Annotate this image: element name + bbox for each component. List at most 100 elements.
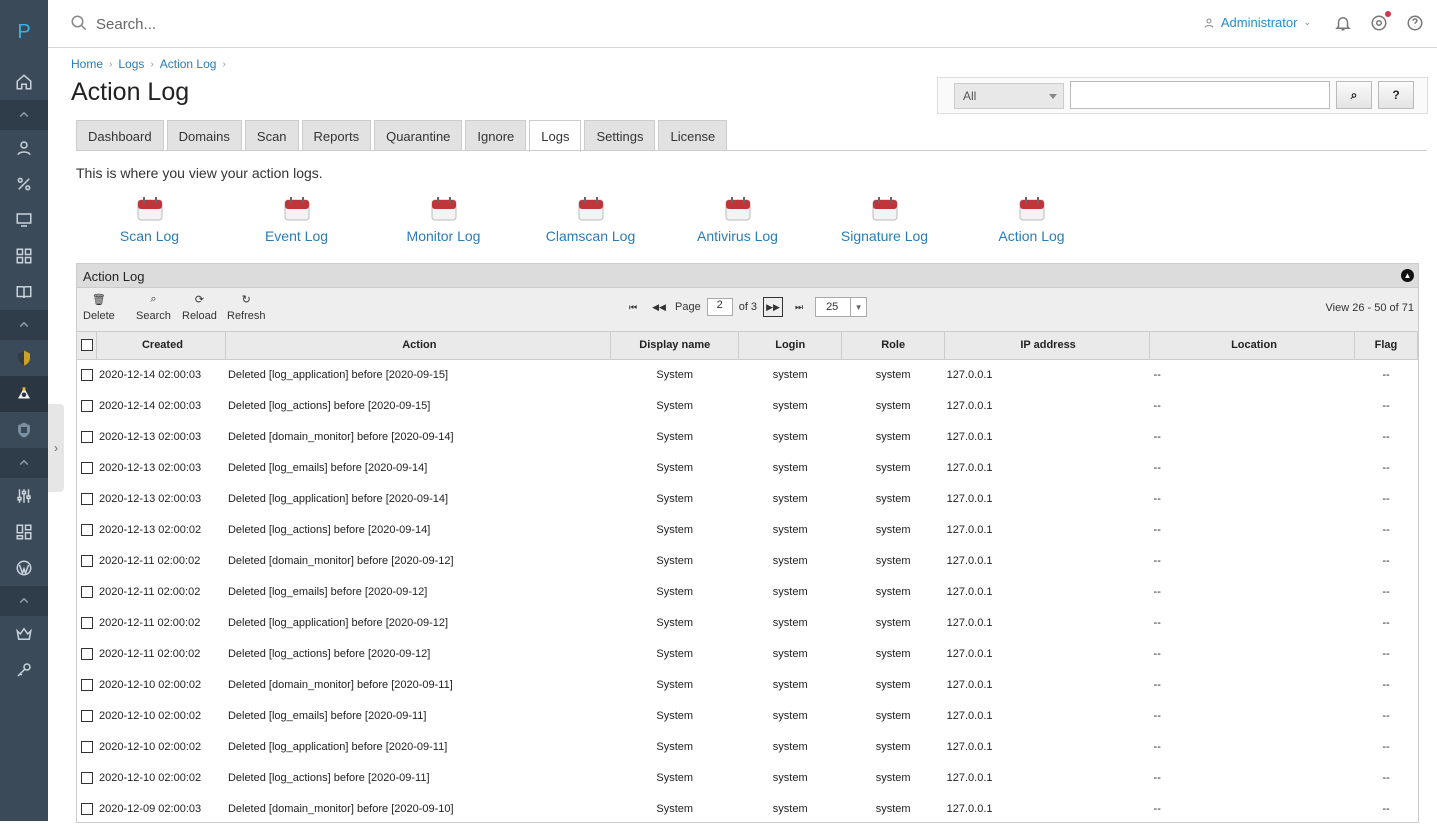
crown-icon[interactable] bbox=[0, 616, 48, 652]
filter-help-button[interactable]: ? bbox=[1378, 81, 1414, 109]
log-link[interactable]: Action Log bbox=[958, 196, 1105, 244]
antivirus-plugin-icon[interactable] bbox=[0, 376, 48, 412]
collapse-panel-icon[interactable]: ▲ bbox=[1401, 269, 1414, 282]
search-button[interactable]: ⌕ Search bbox=[136, 293, 171, 322]
tab-reports[interactable]: Reports bbox=[301, 120, 372, 151]
col-action[interactable]: Action bbox=[225, 332, 612, 360]
breadcrumb-logs[interactable]: Logs bbox=[118, 57, 144, 71]
reload-button[interactable]: ⟳ Reload bbox=[182, 293, 217, 322]
table-row[interactable]: 2020-12-14 02:00:03 Deleted [log_actions]… bbox=[77, 390, 1418, 421]
tab-ignore[interactable]: Ignore bbox=[465, 120, 527, 151]
table-row[interactable]: 2020-12-10 02:00:02 Deleted [log_actions]… bbox=[77, 762, 1418, 793]
global-search-input[interactable] bbox=[96, 12, 496, 36]
table-row[interactable]: 2020-12-09 02:00:03 Deleted [domain_monit… bbox=[77, 793, 1418, 824]
monitor-icon[interactable] bbox=[0, 202, 48, 238]
filter-search-button[interactable]: ⌕ bbox=[1336, 81, 1372, 109]
wordpress-icon[interactable] bbox=[0, 550, 48, 586]
col-created[interactable]: Created bbox=[96, 332, 227, 360]
select-all-checkbox[interactable] bbox=[80, 339, 93, 352]
table-row[interactable]: 2020-12-11 02:00:02 Deleted [log_emails] … bbox=[77, 576, 1418, 607]
dashboard-icon[interactable] bbox=[0, 514, 48, 550]
row-checkbox[interactable] bbox=[80, 368, 93, 381]
shield-badge-icon[interactable] bbox=[0, 412, 48, 448]
table-row[interactable]: 2020-12-10 02:00:02 Deleted [log_emails] … bbox=[77, 700, 1418, 731]
row-checkbox[interactable] bbox=[80, 740, 93, 753]
table-row[interactable]: 2020-12-14 02:00:03 Deleted [log_applicat… bbox=[77, 359, 1418, 390]
support-icon[interactable] bbox=[1369, 11, 1391, 33]
table-row[interactable]: 2020-12-11 02:00:02 Deleted [log_applicat… bbox=[77, 607, 1418, 638]
row-checkbox[interactable] bbox=[80, 616, 93, 629]
page-size-select[interactable]: 25 ▼ bbox=[815, 297, 868, 317]
table-row[interactable]: 2020-12-10 02:00:02 Deleted [domain_monit… bbox=[77, 669, 1418, 700]
tab-settings[interactable]: Settings bbox=[584, 120, 656, 151]
refresh-button[interactable]: ↻ Refresh bbox=[227, 293, 266, 322]
col-flag[interactable]: Flag bbox=[1354, 332, 1419, 360]
app-logo[interactable]: P bbox=[0, 0, 48, 64]
breadcrumb-home[interactable]: Home bbox=[71, 57, 103, 71]
table-row[interactable]: 2020-12-13 02:00:03 Deleted [log_emails] … bbox=[77, 452, 1418, 483]
user-icon[interactable] bbox=[0, 130, 48, 166]
tab-license[interactable]: License bbox=[658, 120, 728, 151]
percent-icon[interactable] bbox=[0, 166, 48, 202]
delete-button[interactable]: 🗑 Delete bbox=[83, 293, 115, 322]
row-checkbox[interactable] bbox=[80, 523, 93, 536]
cell-location: -- bbox=[1153, 492, 1161, 505]
table-row[interactable]: 2020-12-13 02:00:02 Deleted [log_actions]… bbox=[77, 514, 1418, 545]
collapse-group-icon[interactable] bbox=[0, 448, 48, 478]
log-link[interactable]: Monitor Log bbox=[370, 196, 517, 244]
table-row[interactable]: 2020-12-11 02:00:02 Deleted [log_actions]… bbox=[77, 638, 1418, 669]
row-checkbox[interactable] bbox=[80, 802, 93, 815]
row-checkbox[interactable] bbox=[80, 461, 93, 474]
first-page-icon[interactable]: ⏮ bbox=[623, 297, 643, 317]
tab-logs[interactable]: Logs bbox=[529, 120, 582, 152]
collapse-group-icon[interactable] bbox=[0, 100, 48, 130]
last-page-icon[interactable]: ⏭ bbox=[789, 297, 809, 317]
row-checkbox[interactable] bbox=[80, 678, 93, 691]
prev-page-icon[interactable]: ◀◀ bbox=[649, 297, 669, 317]
row-checkbox[interactable] bbox=[80, 430, 93, 443]
row-checkbox[interactable] bbox=[80, 771, 93, 784]
collapse-group-icon[interactable] bbox=[0, 586, 48, 616]
row-checkbox[interactable] bbox=[80, 709, 93, 722]
book-icon[interactable] bbox=[0, 274, 48, 310]
tab-scan[interactable]: Scan bbox=[244, 120, 299, 151]
help-icon[interactable] bbox=[1405, 13, 1425, 33]
notifications-icon[interactable] bbox=[1333, 13, 1353, 33]
log-link[interactable]: Clamscan Log bbox=[517, 196, 664, 244]
table-row[interactable]: 2020-12-11 02:00:02 Deleted [domain_monit… bbox=[77, 545, 1418, 576]
row-checkbox[interactable] bbox=[80, 492, 93, 505]
row-checkbox[interactable] bbox=[80, 647, 93, 660]
page-number-input[interactable]: 2 bbox=[706, 298, 733, 316]
col-display-name[interactable]: Display name bbox=[610, 332, 740, 360]
log-link[interactable]: Scan Log bbox=[76, 196, 223, 244]
tab-quarantine[interactable]: Quarantine bbox=[374, 120, 463, 151]
col-login[interactable]: Login bbox=[738, 332, 843, 360]
col-ip-address[interactable]: IP address bbox=[944, 332, 1151, 360]
next-page-icon[interactable]: ▶▶ bbox=[763, 297, 784, 317]
breadcrumb-action-log[interactable]: Action Log bbox=[160, 57, 217, 71]
sliders-icon[interactable] bbox=[0, 478, 48, 514]
col-location[interactable]: Location bbox=[1149, 332, 1355, 360]
table-row[interactable]: 2020-12-13 02:00:03 Deleted [log_applicat… bbox=[77, 483, 1418, 514]
row-checkbox[interactable] bbox=[80, 554, 93, 567]
table-row[interactable]: 2020-12-10 02:00:02 Deleted [log_applicat… bbox=[77, 731, 1418, 762]
log-link[interactable]: Antivirus Log bbox=[664, 196, 811, 244]
grid-icon[interactable] bbox=[0, 238, 48, 274]
table-row[interactable]: 2020-12-13 02:00:03 Deleted [domain_monit… bbox=[77, 421, 1418, 452]
row-checkbox[interactable] bbox=[80, 585, 93, 598]
tab-domains[interactable]: Domains bbox=[166, 120, 242, 151]
key-icon[interactable] bbox=[0, 652, 48, 688]
tab-dashboard[interactable]: Dashboard bbox=[76, 120, 164, 151]
log-link[interactable]: Signature Log bbox=[811, 196, 958, 244]
col-role[interactable]: Role bbox=[841, 332, 946, 360]
home-icon[interactable] bbox=[0, 64, 48, 100]
expand-sidebar-icon[interactable]: › bbox=[48, 404, 64, 492]
filter-search-input[interactable] bbox=[1070, 81, 1330, 109]
user-menu[interactable]: Administrator ⌄ bbox=[1203, 15, 1311, 30]
log-link[interactable]: Event Log bbox=[223, 196, 370, 244]
log-link-label: Monitor Log bbox=[406, 228, 481, 244]
shield-icon[interactable] bbox=[0, 340, 48, 376]
filter-select[interactable]: All bbox=[954, 83, 1064, 109]
row-checkbox[interactable] bbox=[80, 399, 93, 412]
collapse-group-icon[interactable] bbox=[0, 310, 48, 340]
